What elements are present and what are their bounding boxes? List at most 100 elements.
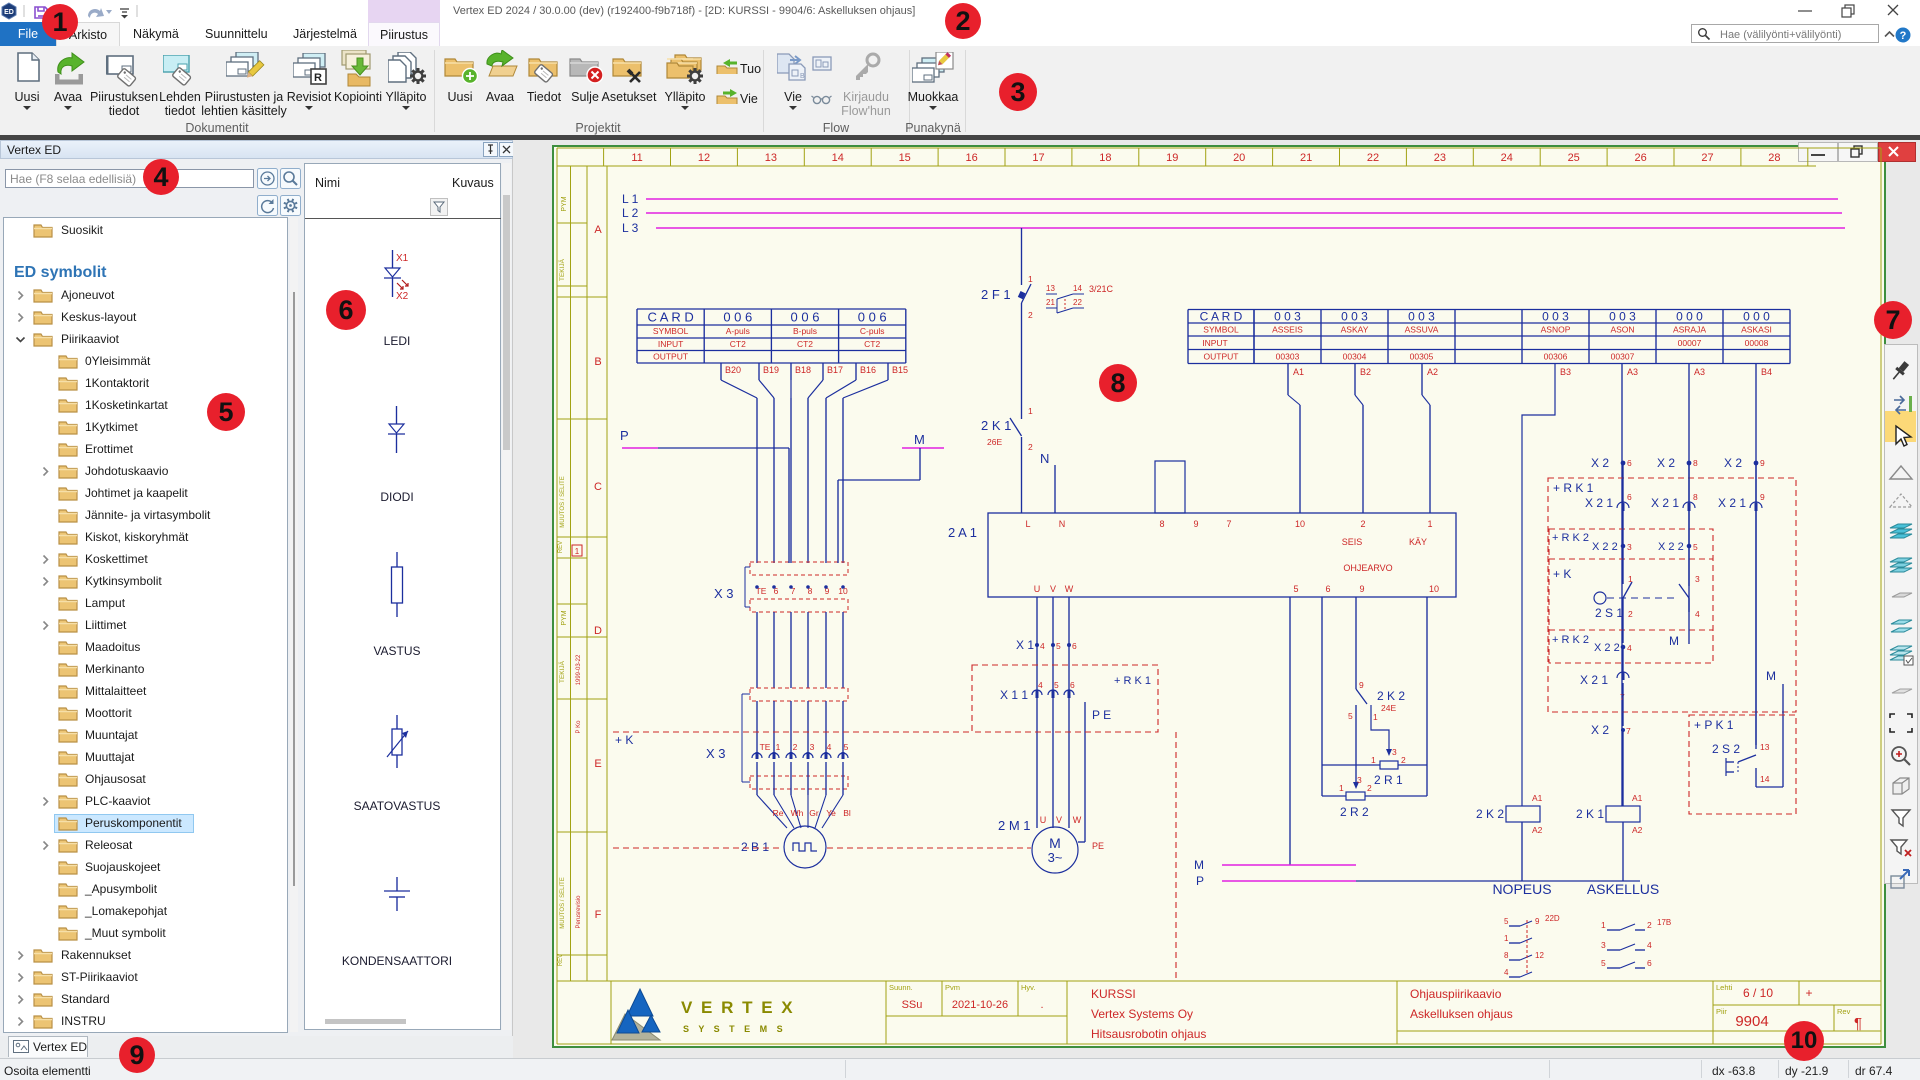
svg-text:8: 8: [1159, 519, 1164, 529]
svg-text:Ohjauspiirikaavio: Ohjauspiirikaavio: [1410, 987, 1502, 1001]
svg-text:ASSUVA: ASSUVA: [1405, 325, 1439, 335]
svg-text:+ K: + K: [615, 733, 633, 747]
svg-text:LEDI: LEDI: [384, 334, 411, 348]
svg-text:Rev: Rev: [1837, 1007, 1851, 1016]
svg-text:3/21C: 3/21C: [1089, 284, 1114, 294]
svg-text:Gr: Gr: [809, 808, 819, 818]
svg-text:7: 7: [1626, 726, 1631, 736]
svg-text:X 3: X 3: [706, 746, 726, 761]
svg-text:B17: B17: [827, 365, 843, 375]
svg-text:M: M: [1049, 835, 1061, 851]
svg-text:INPUT: INPUT: [658, 339, 684, 349]
svg-text:KÄY: KÄY: [1409, 537, 1427, 547]
svg-text:5: 5: [844, 742, 849, 752]
svg-text:2: 2: [1647, 920, 1652, 930]
svg-text:9904: 9904: [1735, 1013, 1768, 1030]
svg-text:14: 14: [1760, 774, 1770, 784]
svg-text:V: V: [1056, 815, 1062, 825]
svg-text:P E: P E: [1092, 708, 1111, 722]
svg-text:+ K: + K: [1553, 567, 1571, 581]
svg-text:SSu: SSu: [902, 999, 923, 1011]
svg-text:27: 27: [1701, 152, 1713, 164]
svg-text:6: 6: [1627, 492, 1632, 502]
svg-text:4: 4: [827, 742, 832, 752]
svg-text:00303: 00303: [1276, 352, 1300, 362]
svg-text:8: 8: [1693, 492, 1698, 502]
svg-text:Suunn.: Suunn.: [889, 983, 913, 992]
svg-text:1: 1: [575, 547, 580, 556]
svg-text:TE: TE: [760, 742, 771, 752]
svg-text:N: N: [1040, 451, 1049, 466]
svg-text:2 K 2: 2 K 2: [1476, 807, 1504, 821]
svg-text:2 K 2: 2 K 2: [1377, 689, 1405, 703]
svg-text:8: 8: [1504, 951, 1509, 960]
svg-text:3: 3: [1627, 542, 1632, 552]
svg-text:1: 1: [1371, 755, 1376, 765]
svg-text:5: 5: [1293, 584, 1298, 594]
svg-text:0 0 3: 0 0 3: [1274, 310, 1301, 324]
svg-text:Re: Re: [773, 808, 784, 818]
svg-text:CT2: CT2: [864, 339, 880, 349]
svg-text:2 F 1: 2 F 1: [981, 287, 1011, 302]
svg-text:INPUT: INPUT: [1202, 338, 1228, 348]
svg-text:D: D: [594, 625, 602, 637]
svg-text:1: 1: [1427, 519, 1432, 529]
svg-text:C: C: [594, 481, 602, 493]
svg-text:TEKIJÄ: TEKIJÄ: [558, 660, 566, 683]
svg-text:PYM: PYM: [561, 196, 568, 211]
svg-text:00007: 00007: [1678, 338, 1702, 348]
svg-text:M: M: [1669, 634, 1679, 648]
svg-text:2 R 1: 2 R 1: [1374, 773, 1403, 787]
svg-text:X1: X1: [396, 253, 409, 264]
svg-text:6: 6: [1070, 680, 1075, 690]
svg-text:13: 13: [765, 152, 777, 164]
svg-text:Hitsausrobotin ohjaus: Hitsausrobotin ohjaus: [1091, 1027, 1206, 1041]
svg-text:A1: A1: [1293, 367, 1304, 377]
svg-text:B15: B15: [892, 365, 908, 375]
svg-text:W: W: [1065, 584, 1074, 594]
svg-text:A-puls: A-puls: [726, 326, 750, 336]
svg-text:Vertex Systems Oy: Vertex Systems Oy: [1091, 1007, 1193, 1021]
svg-text:Piir: Piir: [1716, 1007, 1727, 1016]
svg-text:9: 9: [1359, 680, 1364, 690]
svg-text:ASON: ASON: [1610, 325, 1634, 335]
svg-text:4: 4: [1627, 643, 1632, 653]
svg-text:+ R K 2: + R K 2: [1552, 532, 1589, 544]
svg-text:17: 17: [1032, 152, 1044, 164]
svg-text:5: 5: [1601, 958, 1606, 968]
svg-text:L 2: L 2: [622, 206, 639, 220]
svg-text:OUTPUT: OUTPUT: [653, 352, 688, 362]
svg-text:6: 6: [1647, 958, 1652, 968]
svg-text:2: 2: [1401, 755, 1406, 765]
svg-text:0 0 6: 0 0 6: [858, 310, 887, 325]
svg-text:10: 10: [1295, 519, 1305, 529]
svg-text:U: U: [1040, 815, 1047, 825]
svg-text:9: 9: [1359, 584, 1364, 594]
svg-text:PYM: PYM: [561, 610, 568, 625]
svg-text:6: 6: [1627, 458, 1632, 468]
svg-text:3: 3: [1601, 940, 1606, 950]
svg-text:00304: 00304: [1343, 352, 1367, 362]
svg-text:ASKASI: ASKASI: [1741, 325, 1772, 335]
svg-text:4: 4: [1647, 940, 1652, 950]
svg-text:REV: REV: [558, 541, 564, 553]
svg-text:2 K 1: 2 K 1: [981, 418, 1011, 433]
svg-text:X 2 2: X 2 2: [1592, 541, 1618, 553]
svg-text:2: 2: [1628, 609, 1633, 619]
svg-text:0 0 6: 0 0 6: [723, 310, 752, 325]
svg-text:X 2: X 2: [1724, 456, 1742, 470]
svg-text:E: E: [594, 758, 601, 770]
svg-text:Perusrevisio: Perusrevisio: [576, 895, 582, 929]
svg-text:REV: REV: [558, 954, 564, 966]
svg-text:6: 6: [1325, 584, 1330, 594]
svg-text:22: 22: [1367, 152, 1379, 164]
svg-text:Lehti: Lehti: [1716, 983, 1733, 992]
svg-text:7: 7: [1226, 519, 1231, 529]
svg-text:B16: B16: [860, 365, 876, 375]
svg-text:TEKIJÄ: TEKIJÄ: [558, 258, 566, 281]
svg-text:C-puls: C-puls: [860, 326, 885, 336]
svg-text:U: U: [1034, 584, 1041, 594]
svg-text:¶: ¶: [1854, 1015, 1862, 1032]
svg-text:26: 26: [1634, 152, 1646, 164]
svg-text:2 S 2: 2 S 2: [1712, 742, 1740, 756]
